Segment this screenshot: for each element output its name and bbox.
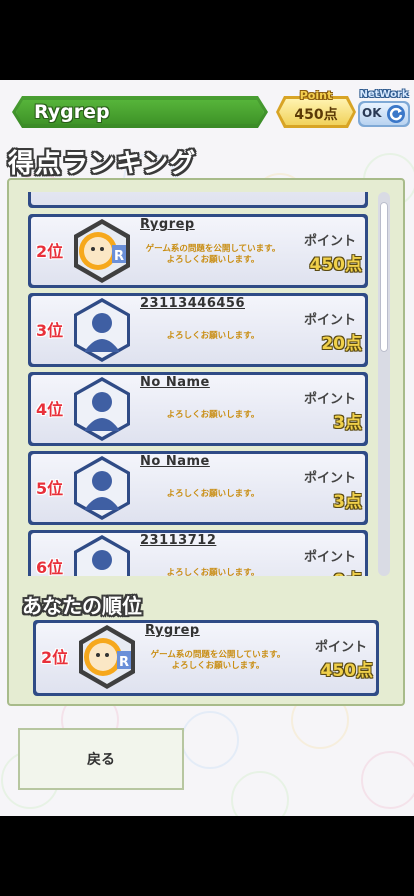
points-caption: ポイント	[303, 550, 356, 565]
ranking-list[interactable]: 2位 R Rygrep ゲーム系の問題を公開しています。 よろしくお願いします。…	[18, 192, 374, 576]
default-avatar-icon	[74, 535, 130, 576]
scrollbar-thumb[interactable]	[380, 202, 388, 352]
network-status: OK	[362, 106, 382, 120]
list-item[interactable]: 5位 No Name よろしくお願いします。 ポイント 3点	[28, 451, 368, 525]
list-item[interactable]: 4位 No Name よろしくお願いします。 ポイント 3点	[28, 372, 368, 446]
my-rank-card: 2位 R Rygrep ゲーム系の問題を公開しています。 よろしくお願いします。…	[33, 620, 379, 696]
cookie-avatar-icon: R	[79, 625, 135, 689]
player-name: No Name	[140, 375, 210, 390]
points-caption: ポイント	[303, 234, 356, 249]
svg-text:R: R	[119, 655, 129, 670]
player-comment: よろしくお願いします。	[166, 568, 260, 576]
points-value: 3点	[333, 492, 362, 512]
points-caption: ポイント	[303, 392, 356, 407]
points-value: 0点	[333, 566, 362, 576]
player-comment: ゲーム系の問題を公開しています。 よろしくお願いします。	[150, 650, 286, 671]
network-label: NetWork	[359, 89, 409, 100]
player-name: No Name	[140, 454, 210, 469]
back-button[interactable]: 戻る	[18, 728, 184, 790]
list-item[interactable]: 2位 R Rygrep ゲーム系の問題を公開しています。 よろしくお願いします。…	[28, 214, 368, 288]
list-item[interactable]: 3位 23113446456 よろしくお願いします。 ポイント 20点	[28, 293, 368, 367]
points-caption: ポイント	[303, 471, 356, 486]
my-rank-title: あなたの順位	[22, 594, 142, 618]
rank-label: 5位	[36, 479, 64, 498]
player-name: Rygrep	[34, 101, 110, 123]
rank-label: 2位	[36, 242, 64, 261]
points-caption: ポイント	[314, 640, 367, 655]
rank-label: 4位	[36, 400, 64, 419]
default-avatar-icon	[74, 377, 130, 441]
points-value: 450点	[320, 661, 374, 681]
list-item[interactable]: 6位 23113712 よろしくお願いします。 ポイント 0点	[28, 530, 368, 576]
default-avatar-icon	[74, 298, 130, 362]
point-label: Point	[299, 89, 333, 102]
refresh-icon[interactable]	[386, 104, 406, 124]
player-name: Rygrep	[145, 623, 200, 638]
points-value: 3点	[333, 413, 362, 433]
player-name: 23113712	[140, 533, 217, 548]
back-label: 戻る	[87, 752, 115, 768]
point-value: 450点	[294, 107, 338, 123]
player-name: 23113446456	[140, 296, 245, 311]
list-item[interactable]	[28, 192, 368, 208]
cookie-avatar-icon: R	[74, 219, 130, 283]
rank-label: 2位	[41, 648, 69, 667]
page-title: 得点ランキング	[8, 149, 197, 179]
player-name: Rygrep	[140, 217, 195, 232]
rank-label: 3位	[36, 321, 64, 340]
player-comment: よろしくお願いします。	[166, 331, 260, 341]
default-avatar-icon	[74, 456, 130, 520]
player-comment: ゲーム系の問題を公開しています。 よろしくお願いします。	[145, 244, 281, 265]
player-comment: よろしくお願いします。	[166, 410, 260, 420]
svg-text:R: R	[114, 249, 124, 264]
points-value: 20点	[321, 334, 362, 354]
points-caption: ポイント	[303, 313, 356, 328]
points-value: 450点	[309, 255, 363, 275]
player-name-bar: Rygrep	[12, 96, 268, 128]
rank-label: 6位	[36, 558, 64, 576]
scrollbar[interactable]	[378, 192, 390, 576]
player-comment: よろしくお願いします。	[166, 489, 260, 499]
